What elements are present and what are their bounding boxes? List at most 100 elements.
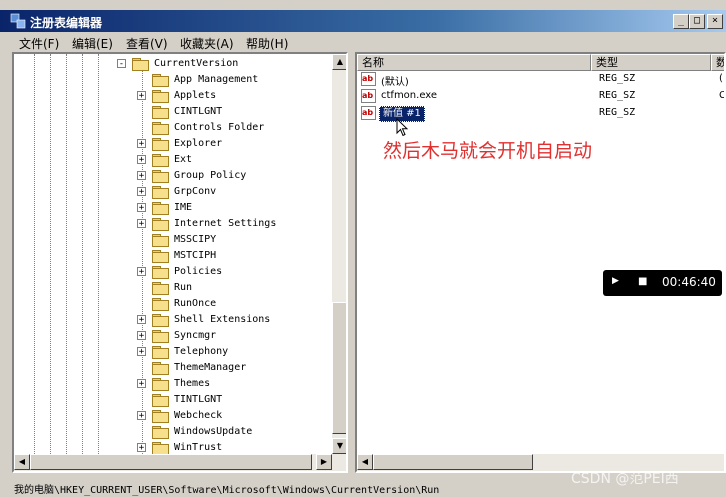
maximize-icon: □: [693, 15, 701, 26]
tree-node[interactable]: TINTLGNT: [134, 392, 332, 408]
folder-icon: [152, 138, 169, 151]
menu-edit[interactable]: 编辑(E): [72, 35, 113, 52]
maximize-button[interactable]: □: [689, 14, 705, 29]
scroll-left-button[interactable]: ◀: [357, 454, 373, 470]
column-header-name[interactable]: 名称: [357, 54, 591, 71]
expand-icon[interactable]: +: [137, 139, 146, 149]
tree-guide-line: [34, 54, 35, 454]
tree-node[interactable]: + Telephony: [134, 344, 332, 360]
tree-node[interactable]: + GrpConv: [134, 184, 332, 200]
close-button[interactable]: ×: [707, 14, 723, 29]
expand-icon[interactable]: +: [137, 443, 146, 453]
expand-icon[interactable]: +: [137, 315, 146, 325]
tree-node-label: Group Policy: [174, 170, 247, 181]
play-icon[interactable]: ▶: [612, 276, 619, 286]
collapse-icon[interactable]: -: [117, 59, 126, 69]
menu-favorites[interactable]: 收藏夹(A): [180, 35, 234, 52]
scroll-left-button[interactable]: ◀: [14, 454, 30, 470]
menu-help[interactable]: 帮助(H): [246, 35, 288, 52]
tree-scroll-thumb[interactable]: [332, 302, 346, 434]
expand-icon[interactable]: +: [137, 347, 146, 357]
tree-node[interactable]: + IME: [134, 200, 332, 216]
folder-icon: [132, 58, 149, 71]
folder-icon: [152, 378, 169, 391]
tree-node[interactable]: + Explorer: [134, 136, 332, 152]
tree-horizontal-scrollbar[interactable]: ◀ ▶: [14, 454, 346, 471]
value-data: C: [719, 90, 726, 101]
folder-icon: [152, 330, 169, 343]
menu-file[interactable]: 文件(F): [19, 35, 59, 52]
folder-icon: [152, 218, 169, 231]
string-value-icon: ab: [361, 89, 376, 103]
expand-icon[interactable]: +: [137, 171, 146, 181]
column-header-type[interactable]: 类型: [591, 54, 711, 71]
tree-guide-line: [50, 54, 51, 454]
expand-icon[interactable]: +: [137, 411, 146, 421]
tree-node[interactable]: + Group Policy: [134, 168, 332, 184]
list-hscroll-thumb[interactable]: [373, 454, 533, 470]
tree-node[interactable]: ThemeManager: [134, 360, 332, 376]
tree-node-label: ThemeManager: [174, 362, 247, 373]
title-bar[interactable]: 注册表编辑器 _ □ ×: [0, 10, 726, 32]
tree-node[interactable]: RunOnce: [134, 296, 332, 312]
tree-node[interactable]: + Applets: [134, 88, 332, 104]
minimize-icon: _: [677, 15, 685, 26]
tree-node-label: WinTrust: [174, 442, 223, 453]
tree-node[interactable]: + Shell Extensions: [134, 312, 332, 328]
tree-node-label: Webcheck: [174, 410, 223, 421]
scroll-down-button[interactable]: ▼: [332, 438, 346, 454]
scroll-up-button[interactable]: ▲: [332, 54, 346, 70]
value-row-selected[interactable]: ab 新值 #1 REG_SZ: [361, 105, 724, 122]
tree-node[interactable]: CINTLGNT: [134, 104, 332, 120]
tree-node[interactable]: + Themes: [134, 376, 332, 392]
tree-guide-line: [82, 54, 83, 454]
folder-icon: [152, 250, 169, 263]
value-type: REG_SZ: [599, 90, 636, 101]
tree-node[interactable]: - CurrentVersion: [114, 56, 332, 72]
scroll-right-button[interactable]: ▶: [316, 454, 332, 470]
tree-node[interactable]: + Webcheck: [134, 408, 332, 424]
tree-node[interactable]: Run: [134, 280, 332, 296]
stop-icon[interactable]: ■: [638, 276, 647, 287]
tree-node-label: WindowsUpdate: [174, 426, 253, 437]
folder-icon: [152, 202, 169, 215]
tree-guide-line: [66, 54, 67, 454]
value-row[interactable]: ab ctfmon.exe REG_SZ C: [361, 88, 726, 105]
key-tree-pane[interactable]: - CurrentVersion App Management + Applets CIN…: [12, 52, 348, 473]
tree-node[interactable]: App Management: [134, 72, 332, 88]
tree-node[interactable]: + Ext: [134, 152, 332, 168]
folder-icon: [152, 442, 169, 455]
tree-node[interactable]: MSSCIPY: [134, 232, 332, 248]
tree-node[interactable]: MSTCIPH: [134, 248, 332, 264]
minimize-button[interactable]: _: [673, 14, 689, 29]
expand-icon[interactable]: +: [137, 379, 146, 389]
tree-node-label: Ext: [174, 154, 193, 165]
value-row[interactable]: ab (默认) REG_SZ (: [361, 71, 724, 88]
expand-icon[interactable]: +: [137, 91, 146, 101]
tree-node-label: Telephony: [174, 346, 229, 357]
tree-hscroll-thumb[interactable]: [30, 454, 312, 470]
expand-icon[interactable]: +: [137, 203, 146, 213]
tree-node[interactable]: Controls Folder: [134, 120, 332, 136]
menu-view[interactable]: 查看(V): [126, 35, 168, 52]
values-list-pane[interactable]: 名称 类型 数 ab (默认) REG_SZ ( ab ctfmon.exe R…: [355, 52, 726, 473]
tree-vertical-scrollbar[interactable]: ▲ ▼: [332, 54, 346, 454]
tree-node[interactable]: + Internet Settings: [134, 216, 332, 232]
expand-icon[interactable]: +: [137, 155, 146, 165]
expand-icon[interactable]: +: [137, 187, 146, 197]
expand-icon[interactable]: +: [137, 267, 146, 277]
registry-editor-window: 注册表编辑器 _ □ × 文件(F) 编辑(E) 查看(V) 收藏夹(A) 帮助…: [0, 0, 726, 497]
tree-node-label: CurrentVersion: [154, 58, 239, 69]
value-name: ctfmon.exe: [381, 90, 438, 101]
tree-node-label: RunOnce: [174, 298, 217, 309]
tree-node-label: Applets: [174, 90, 217, 101]
folder-icon: [152, 74, 169, 87]
expand-icon[interactable]: +: [137, 219, 146, 229]
tree-node-label: Shell Extensions: [174, 314, 271, 325]
column-header-data[interactable]: 数: [711, 54, 724, 71]
tree-node[interactable]: + Policies: [134, 264, 332, 280]
expand-icon[interactable]: +: [137, 331, 146, 341]
value-name: (默认): [381, 77, 409, 88]
tree-node[interactable]: WindowsUpdate: [134, 424, 332, 440]
tree-node[interactable]: + Syncmgr: [134, 328, 332, 344]
